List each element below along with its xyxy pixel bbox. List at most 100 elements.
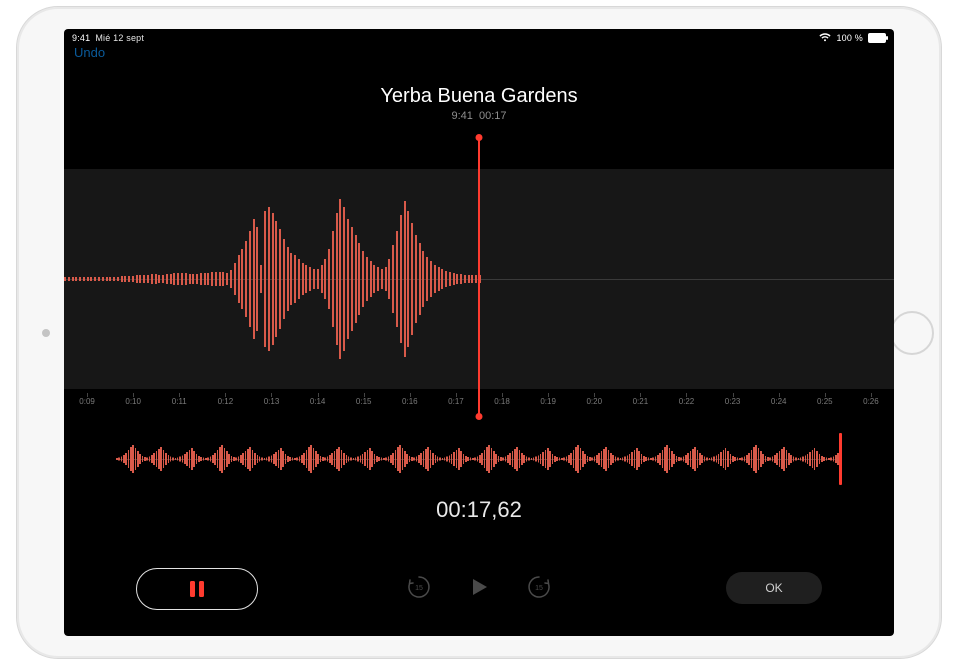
ruler-tick: 0:25 [802,397,848,415]
waveform-bar [332,231,334,327]
overview-bar [786,450,788,468]
record-pause-button[interactable] [136,568,258,610]
overview-bar [676,456,678,462]
overview-bar [512,451,514,467]
recording-title[interactable]: Yerba Buena Gardens [64,85,894,108]
overview-bar [769,458,771,461]
overview-bar [542,452,544,466]
overview-bar [264,458,266,460]
overview-bar [362,454,364,464]
waveform-bar [396,231,398,327]
waveform-bar [471,275,473,283]
overview-bar [657,455,659,463]
overview-bar [573,450,575,468]
overview-bar [406,454,408,464]
overview-bar [177,458,179,461]
overview-bar [509,453,511,465]
overview-bar [350,458,352,461]
ruler-tick: 0:23 [710,397,756,415]
home-button[interactable] [890,311,934,355]
overview-bar [516,447,518,471]
overview-bar [652,458,654,461]
waveform-bar [189,274,191,284]
status-bar: 9:41 Mié 12 sept 100 % [64,29,894,47]
waveform-bar [238,255,240,303]
overview-bar [331,453,333,465]
overview-bar [444,458,446,461]
overview-bar [360,456,362,463]
waveform-bar [411,223,413,335]
overview-bar [425,449,427,469]
ruler-tick: 0:11 [156,397,202,415]
overview-bar [289,457,291,461]
overview-bar [381,458,383,461]
overview-playhead[interactable] [839,433,842,485]
overview-bar [252,450,254,468]
overview-bar [310,445,312,473]
overview-bar [582,451,584,467]
waveform-bar [98,277,100,281]
undo-button[interactable]: Undo [74,45,105,60]
waveform-bar [226,273,228,285]
overview-bar [420,453,422,465]
overview-bar [762,454,764,464]
overview-bar [610,453,612,465]
overview-bar [507,455,509,463]
waveform-bar [426,257,428,301]
overview-bar [765,456,767,462]
overview-bar [390,455,392,463]
waveform-bar [377,267,379,291]
overview-bar [268,457,270,462]
time-ruler[interactable]: 0:090:100:110:120:130:140:150:160:170:18… [64,397,894,415]
play-button[interactable] [466,574,492,600]
overview-bar [692,449,694,469]
overview-bar [502,458,504,461]
waveform-overview[interactable] [116,437,842,481]
overview-bar [245,451,247,467]
overview-bar [453,452,455,466]
overview-bar [427,447,429,471]
overview-bar [823,457,825,461]
overview-bar [451,454,453,464]
waveform-bar [305,265,307,293]
overview-bar [242,453,244,465]
overview-bar [753,447,755,471]
overview-bar [341,450,343,468]
overview-bar [767,457,769,461]
waveform-bar [113,277,115,281]
waveform-bar [272,213,274,345]
overview-bar [636,448,638,470]
battery-icon [868,33,886,43]
done-button[interactable]: OK [726,572,822,604]
overview-bar [833,457,835,462]
recording-subtitle-time: 9:41 [451,110,472,122]
waveform-bar [328,249,330,309]
waveform-bar [173,273,175,285]
skip-back-15-button[interactable]: 15 [406,574,432,600]
front-camera [42,329,50,337]
overview-bar [725,448,727,470]
overview-bar [484,450,486,468]
overview-bar [655,457,657,462]
overview-bar [210,457,212,462]
overview-bar [790,455,792,463]
playhead[interactable] [478,137,480,417]
skip-forward-label: 15 [535,585,543,592]
waveform-bar [207,273,209,285]
overview-bar [303,453,305,465]
waveform-bar [343,207,345,351]
overview-bar [233,457,235,461]
skip-forward-15-button[interactable]: 15 [526,574,552,600]
overview-bar [189,450,191,468]
waveform-bar [94,277,96,281]
overview-bar [816,451,818,467]
waveform-bar [339,199,341,359]
overview-bar [343,453,345,465]
overview-bar [334,451,336,467]
ruler-tick: 0:24 [756,397,802,415]
waveform-bar [385,267,387,291]
overview-bar [716,456,718,463]
overview-bar [369,448,371,470]
waveform-bar [407,211,409,347]
overview-bar [783,447,785,471]
